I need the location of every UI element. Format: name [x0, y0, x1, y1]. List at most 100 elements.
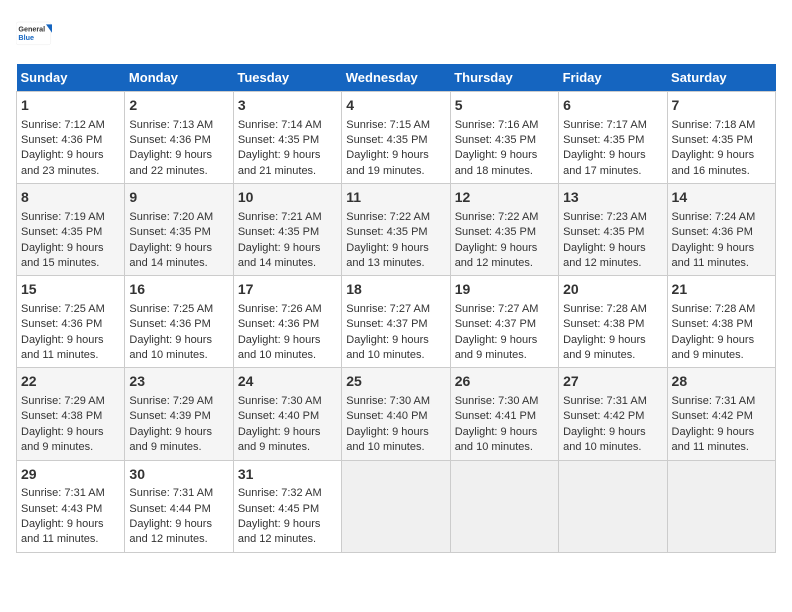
calendar-cell: 1 Sunrise: 7:12 AM Sunset: 4:36 PM Dayli… — [17, 92, 125, 184]
day-of-week-header: Thursday — [450, 64, 558, 92]
daylight-label: Daylight: 9 hours and 18 minutes. — [455, 149, 538, 176]
daylight-label: Daylight: 9 hours and 15 minutes. — [21, 242, 104, 269]
svg-text:Blue: Blue — [18, 33, 34, 42]
calendar-cell: 6 Sunrise: 7:17 AM Sunset: 4:35 PM Dayli… — [559, 92, 667, 184]
calendar-cell: 8 Sunrise: 7:19 AM Sunset: 4:35 PM Dayli… — [17, 184, 125, 276]
sunrise-label: Sunrise: 7:31 AM — [672, 395, 756, 407]
calendar-cell — [342, 460, 450, 552]
sunset-label: Sunset: 4:38 PM — [21, 410, 102, 422]
day-number: 30 — [129, 465, 228, 485]
sunrise-label: Sunrise: 7:28 AM — [672, 303, 756, 315]
sunset-label: Sunset: 4:39 PM — [129, 410, 210, 422]
sunrise-label: Sunrise: 7:22 AM — [455, 211, 539, 223]
day-number: 4 — [346, 96, 445, 116]
day-number: 1 — [21, 96, 120, 116]
calendar-cell: 5 Sunrise: 7:16 AM Sunset: 4:35 PM Dayli… — [450, 92, 558, 184]
day-number: 10 — [238, 188, 337, 208]
calendar-cell: 16 Sunrise: 7:25 AM Sunset: 4:36 PM Dayl… — [125, 276, 233, 368]
calendar-cell: 24 Sunrise: 7:30 AM Sunset: 4:40 PM Dayl… — [233, 368, 341, 460]
daylight-label: Daylight: 9 hours and 9 minutes. — [21, 426, 104, 453]
sunrise-label: Sunrise: 7:20 AM — [129, 211, 213, 223]
sunrise-label: Sunrise: 7:29 AM — [129, 395, 213, 407]
calendar-cell: 20 Sunrise: 7:28 AM Sunset: 4:38 PM Dayl… — [559, 276, 667, 368]
sunset-label: Sunset: 4:35 PM — [455, 226, 536, 238]
sunset-label: Sunset: 4:36 PM — [129, 134, 210, 146]
daylight-label: Daylight: 9 hours and 14 minutes. — [238, 242, 321, 269]
sunrise-label: Sunrise: 7:31 AM — [21, 487, 105, 499]
daylight-label: Daylight: 9 hours and 16 minutes. — [672, 149, 755, 176]
sunset-label: Sunset: 4:44 PM — [129, 503, 210, 515]
calendar-cell: 4 Sunrise: 7:15 AM Sunset: 4:35 PM Dayli… — [342, 92, 450, 184]
day-number: 20 — [563, 280, 662, 300]
sunrise-label: Sunrise: 7:25 AM — [129, 303, 213, 315]
logo: General Blue — [16, 16, 52, 52]
sunrise-label: Sunrise: 7:30 AM — [346, 395, 430, 407]
calendar-cell: 10 Sunrise: 7:21 AM Sunset: 4:35 PM Dayl… — [233, 184, 341, 276]
sunrise-label: Sunrise: 7:16 AM — [455, 119, 539, 131]
sunrise-label: Sunrise: 7:29 AM — [21, 395, 105, 407]
sunrise-label: Sunrise: 7:21 AM — [238, 211, 322, 223]
sunset-label: Sunset: 4:35 PM — [129, 226, 210, 238]
day-number: 21 — [672, 280, 771, 300]
calendar-cell: 2 Sunrise: 7:13 AM Sunset: 4:36 PM Dayli… — [125, 92, 233, 184]
sunset-label: Sunset: 4:36 PM — [672, 226, 753, 238]
sunset-label: Sunset: 4:42 PM — [672, 410, 753, 422]
sunset-label: Sunset: 4:38 PM — [672, 318, 753, 330]
day-number: 12 — [455, 188, 554, 208]
calendar-week-row: 15 Sunrise: 7:25 AM Sunset: 4:36 PM Dayl… — [17, 276, 776, 368]
calendar-cell: 25 Sunrise: 7:30 AM Sunset: 4:40 PM Dayl… — [342, 368, 450, 460]
calendar-cell: 18 Sunrise: 7:27 AM Sunset: 4:37 PM Dayl… — [342, 276, 450, 368]
sunset-label: Sunset: 4:35 PM — [238, 226, 319, 238]
sunrise-label: Sunrise: 7:19 AM — [21, 211, 105, 223]
sunset-label: Sunset: 4:37 PM — [346, 318, 427, 330]
calendar-week-row: 29 Sunrise: 7:31 AM Sunset: 4:43 PM Dayl… — [17, 460, 776, 552]
daylight-label: Daylight: 9 hours and 13 minutes. — [346, 242, 429, 269]
calendar-cell: 28 Sunrise: 7:31 AM Sunset: 4:42 PM Dayl… — [667, 368, 775, 460]
calendar-cell: 7 Sunrise: 7:18 AM Sunset: 4:35 PM Dayli… — [667, 92, 775, 184]
daylight-label: Daylight: 9 hours and 19 minutes. — [346, 149, 429, 176]
sunrise-label: Sunrise: 7:17 AM — [563, 119, 647, 131]
sunset-label: Sunset: 4:35 PM — [455, 134, 536, 146]
sunset-label: Sunset: 4:35 PM — [563, 134, 644, 146]
calendar-cell: 17 Sunrise: 7:26 AM Sunset: 4:36 PM Dayl… — [233, 276, 341, 368]
daylight-label: Daylight: 9 hours and 10 minutes. — [563, 426, 646, 453]
calendar-cell: 23 Sunrise: 7:29 AM Sunset: 4:39 PM Dayl… — [125, 368, 233, 460]
sunset-label: Sunset: 4:40 PM — [346, 410, 427, 422]
daylight-label: Daylight: 9 hours and 12 minutes. — [129, 518, 212, 545]
calendar-cell: 27 Sunrise: 7:31 AM Sunset: 4:42 PM Dayl… — [559, 368, 667, 460]
calendar-cell: 19 Sunrise: 7:27 AM Sunset: 4:37 PM Dayl… — [450, 276, 558, 368]
day-number: 25 — [346, 372, 445, 392]
sunrise-label: Sunrise: 7:26 AM — [238, 303, 322, 315]
calendar-week-row: 22 Sunrise: 7:29 AM Sunset: 4:38 PM Dayl… — [17, 368, 776, 460]
sunrise-label: Sunrise: 7:28 AM — [563, 303, 647, 315]
svg-text:General: General — [18, 25, 45, 34]
sunrise-label: Sunrise: 7:24 AM — [672, 211, 756, 223]
page-header: General Blue — [16, 16, 776, 52]
day-number: 5 — [455, 96, 554, 116]
sunset-label: Sunset: 4:43 PM — [21, 503, 102, 515]
calendar-cell: 3 Sunrise: 7:14 AM Sunset: 4:35 PM Dayli… — [233, 92, 341, 184]
sunset-label: Sunset: 4:36 PM — [21, 318, 102, 330]
day-number: 11 — [346, 188, 445, 208]
day-number: 8 — [21, 188, 120, 208]
sunrise-label: Sunrise: 7:25 AM — [21, 303, 105, 315]
day-of-week-header: Wednesday — [342, 64, 450, 92]
day-of-week-header: Tuesday — [233, 64, 341, 92]
calendar-cell: 12 Sunrise: 7:22 AM Sunset: 4:35 PM Dayl… — [450, 184, 558, 276]
day-number: 6 — [563, 96, 662, 116]
day-of-week-header: Monday — [125, 64, 233, 92]
day-number: 14 — [672, 188, 771, 208]
sunset-label: Sunset: 4:42 PM — [563, 410, 644, 422]
calendar-cell: 14 Sunrise: 7:24 AM Sunset: 4:36 PM Dayl… — [667, 184, 775, 276]
day-number: 2 — [129, 96, 228, 116]
sunrise-label: Sunrise: 7:27 AM — [346, 303, 430, 315]
sunrise-label: Sunrise: 7:18 AM — [672, 119, 756, 131]
daylight-label: Daylight: 9 hours and 10 minutes. — [455, 426, 538, 453]
day-number: 22 — [21, 372, 120, 392]
calendar-cell: 30 Sunrise: 7:31 AM Sunset: 4:44 PM Dayl… — [125, 460, 233, 552]
calendar-cell — [559, 460, 667, 552]
calendar-cell: 22 Sunrise: 7:29 AM Sunset: 4:38 PM Dayl… — [17, 368, 125, 460]
sunrise-label: Sunrise: 7:30 AM — [455, 395, 539, 407]
day-of-week-header: Sunday — [17, 64, 125, 92]
day-number: 24 — [238, 372, 337, 392]
